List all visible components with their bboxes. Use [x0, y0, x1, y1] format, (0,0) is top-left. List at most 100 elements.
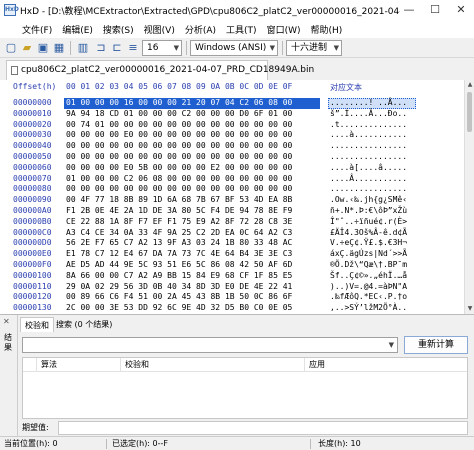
hex-row[interactable]: 00000050 00 00 00 00 00 00 00 00 00 00 00…: [0, 152, 464, 163]
hex-row[interactable]: 000000D0 56 2E F7 65 C7 A2 13 9F A3 03 24…: [0, 238, 464, 249]
hex-row[interactable]: 00000060 00 00 00 00 E0 5B 00 00 00 00 E2…: [0, 163, 464, 174]
row-bytes[interactable]: 56 2E F7 65 C7 A2 13 9F A3 03 24 1B 80 3…: [66, 238, 292, 247]
row-bytes[interactable]: E1 78 C7 12 E4 67 DA 7A 73 7C 4E 64 B4 3…: [66, 249, 292, 258]
close-icon[interactable]: ✕: [3, 317, 10, 326]
row-bytes[interactable]: 00 00 00 00 E0 00 00 00 00 00 00 00 00 0…: [66, 130, 292, 139]
column-algorithm[interactable]: 算法: [37, 358, 121, 372]
row-text[interactable]: ................: [330, 184, 407, 193]
row-bytes[interactable]: 00 74 01 00 00 00 00 00 00 00 00 00 00 0…: [66, 120, 292, 129]
row-text[interactable]: ................: [330, 141, 407, 150]
row-text[interactable]: ,..>SÝ’lžM2Õ°À..: [330, 303, 407, 312]
hex-row[interactable]: 000000C0 A3 C4 CE 34 0A 33 4F 9A 25 C2 2D…: [0, 228, 464, 239]
row-text[interactable]: ñ+.N*.Þ:€\ôÞ”xŽù: [330, 206, 407, 215]
row-text[interactable]: £ÄÎ4.3Oš%Â-ê.d¢Ã: [330, 228, 407, 237]
row-bytes[interactable]: 8A 66 00 00 C7 A2 A9 BB 15 84 E9 68 CF 1…: [66, 271, 292, 280]
align-left-icon[interactable]: ⊏: [110, 41, 124, 55]
hex-row[interactable]: 00000130 2C 00 00 3E 53 DD 92 6C 9E 4D 32…: [0, 303, 464, 314]
maximize-icon[interactable]: ☐: [422, 0, 448, 20]
row-text[interactable]: .‰fÆôQ.*EC‹.P.†o: [330, 292, 407, 301]
row-bytes[interactable]: 01 00 00 00 16 00 00 00 21 20 07 04 C2 0…: [66, 98, 292, 107]
hex-row[interactable]: 00000090 00 4F 77 18 8B 89 1D 6A 68 7B 67…: [0, 195, 464, 206]
scroll-up-icon[interactable]: ▲: [465, 80, 474, 90]
menu-edit[interactable]: 编辑(E): [62, 23, 93, 36]
row-text[interactable]: .Ow.‹‰.jh{g¿SMê‹: [330, 195, 407, 204]
recalculate-button[interactable]: 重新计算: [404, 336, 468, 354]
row-text[interactable]: ....à[....â.....: [330, 163, 407, 172]
row-bytes[interactable]: 00 4F 77 18 8B 89 1D 6A 68 7B 67 BF 53 4…: [66, 195, 292, 204]
hex-row[interactable]: 000000E0 E1 78 C7 12 E4 67 DA 7A 73 7C 4E…: [0, 249, 464, 260]
row-bytes[interactable]: 2C 00 00 3E 53 DD 92 6C 9E 4D 32 D5 B0 C…: [66, 303, 292, 312]
hex-row[interactable]: 00000110 29 0A 02 29 56 3D 0B 40 34 8D 3D…: [0, 282, 464, 293]
menu-help[interactable]: 帮助(H): [311, 23, 343, 36]
row-bytes[interactable]: F1 2B 0E 4E 2A 1D DE 3A 80 5C F4 DE 94 7…: [66, 206, 292, 215]
menu-analysis[interactable]: 分析(A): [185, 23, 216, 36]
row-text[interactable]: V.÷eÇ¢.Ÿ£.$.€3H¬: [330, 238, 407, 247]
row-bytes[interactable]: 00 89 66 C6 F4 51 00 2A 45 43 8B 1B 50 0…: [66, 292, 292, 301]
column-checksum[interactable]: 校验和: [121, 358, 305, 372]
hex-row[interactable]: 00000000 01 00 00 00 16 00 00 00 21 20 07…: [0, 98, 464, 109]
hex-editor[interactable]: Offset(h) 00 01 02 03 04 05 06 07 08 09 …: [0, 80, 474, 314]
hex-scrollbar[interactable]: ▲ ▼: [464, 80, 474, 314]
tab-search-results[interactable]: 搜索 (0 个结果): [52, 317, 116, 332]
row-bytes[interactable]: 00 00 00 00 00 00 00 00 00 00 00 00 00 0…: [66, 141, 292, 150]
close-icon[interactable]: ✕: [448, 0, 474, 20]
tab-checksum[interactable]: 校验和: [20, 317, 54, 332]
hex-row[interactable]: 00000100 8A 66 00 00 C7 A2 A9 BB 15 84 E9…: [0, 271, 464, 282]
hex-row[interactable]: 00000040 00 00 00 00 00 00 00 00 00 00 00…: [0, 141, 464, 152]
row-text[interactable]: áxÇ.ägÚzs|Nd´>>Ã: [330, 249, 407, 258]
row-text[interactable]: )..)V=.@4.=àÞN"A: [330, 282, 407, 291]
row-text[interactable]: š”.Í....Â...Ðo..: [330, 109, 407, 118]
hex-row[interactable]: 00000030 00 00 00 00 E0 00 00 00 00 00 00…: [0, 130, 464, 141]
algorithm-select[interactable]: ▼: [22, 337, 398, 353]
row-bytes[interactable]: 00 00 00 00 00 00 00 00 00 00 00 00 00 0…: [66, 184, 292, 193]
column-apply[interactable]: 应用: [305, 358, 467, 372]
hex-row[interactable]: 00000020 00 74 01 00 00 00 00 00 00 00 00…: [0, 120, 464, 131]
hex-row[interactable]: 000000B0 CE 22 88 1A 8F F7 EF F1 75 E9 A2…: [0, 217, 464, 228]
row-text[interactable]: Î"ˆ..÷ïñué¢.r(È>: [330, 217, 407, 226]
hex-row[interactable]: 00000010 9A 94 18 CD 01 00 00 00 C2 00 00…: [0, 109, 464, 120]
row-text[interactable]: ........! ..Â...: [330, 98, 407, 107]
row-text[interactable]: ....à...........: [330, 130, 407, 139]
row-bytes[interactable]: AE D5 AD 44 9E 5C 93 51 E6 5C 86 08 42 5…: [66, 260, 292, 269]
hxd-app-icon[interactable]: HxD: [4, 4, 19, 16]
hex-row[interactable]: 00000120 00 89 66 C6 F4 51 00 2A 45 43 8B…: [0, 292, 464, 303]
expected-value-input[interactable]: [58, 421, 468, 435]
save-icon[interactable]: ▣: [36, 41, 50, 55]
row-bytes[interactable]: 29 0A 02 29 56 3D 0B 40 34 8D 3D E0 DE 4…: [66, 282, 292, 291]
columns-icon[interactable]: ▥: [76, 41, 90, 55]
hex-row[interactable]: 000000A0 F1 2B 0E 4E 2A 1D DE 3A 80 5C F4…: [0, 206, 464, 217]
hex-row[interactable]: 00000080 00 00 00 00 00 00 00 00 00 00 00…: [0, 184, 464, 195]
row-bytes[interactable]: 00 00 00 00 00 00 00 00 00 00 00 00 00 0…: [66, 152, 292, 161]
row-bytes[interactable]: A3 C4 CE 34 0A 33 4F 9A 25 C2 2D EA 0C 6…: [66, 228, 292, 237]
row-offset: 000000F0: [13, 260, 52, 269]
new-file-icon[interactable]: ▢: [4, 41, 18, 55]
row-text[interactable]: ®Õ.Dž\“Qæ\†.BP¯m: [330, 260, 407, 269]
row-text[interactable]: .t..............: [330, 120, 407, 129]
menu-file[interactable]: 文件(F): [22, 23, 52, 36]
menu-window[interactable]: 窗口(W): [267, 23, 301, 36]
open-folder-icon[interactable]: ▰: [20, 41, 34, 55]
checksum-table[interactable]: 算法 校验和 应用: [22, 357, 468, 419]
menu-tools[interactable]: 工具(T): [226, 23, 257, 36]
bytes-per-row-select[interactable]: 16 ▼: [142, 40, 182, 56]
tab-file[interactable]: cpu806C2_platC2_ver00000016_2021-04-07_P…: [6, 60, 314, 80]
row-offset: 00000100: [13, 270, 52, 280]
minimize-icon[interactable]: —: [396, 0, 422, 20]
row-bytes[interactable]: CE 22 88 1A 8F F7 EF F1 75 E9 A2 8F 72 2…: [66, 217, 292, 226]
row-text[interactable]: ....Â...........: [330, 174, 407, 183]
align-right-icon[interactable]: ⊐: [94, 41, 108, 55]
save-all-icon[interactable]: ▦: [52, 41, 66, 55]
row-text[interactable]: Šf..Ç¢©».„éhÏ.…å: [330, 271, 407, 280]
menu-view[interactable]: 视图(V): [144, 23, 175, 36]
hex-row[interactable]: 000000F0 AE D5 AD 44 9E 5C 93 51 E6 5C 86…: [0, 260, 464, 271]
row-bytes[interactable]: 9A 94 18 CD 01 00 00 00 C2 00 00 00 D0 6…: [66, 109, 292, 118]
row-bytes[interactable]: 00 00 00 00 E0 5B 00 00 00 00 E2 00 00 0…: [66, 163, 292, 172]
row-text[interactable]: ................: [330, 152, 407, 161]
scroll-down-icon[interactable]: ▼: [465, 304, 474, 314]
charset-select[interactable]: Windows (ANSI) ▼: [190, 40, 278, 56]
menu-search[interactable]: 搜索(S): [103, 23, 134, 36]
hex-row[interactable]: 00000070 01 00 00 00 C2 06 08 00 00 00 00…: [0, 174, 464, 185]
row-bytes[interactable]: 01 00 00 00 C2 06 08 00 00 00 00 00 00 0…: [66, 174, 292, 183]
offset-base-select[interactable]: 十六进制 ▼: [286, 40, 342, 56]
scroll-thumb[interactable]: [467, 92, 472, 132]
